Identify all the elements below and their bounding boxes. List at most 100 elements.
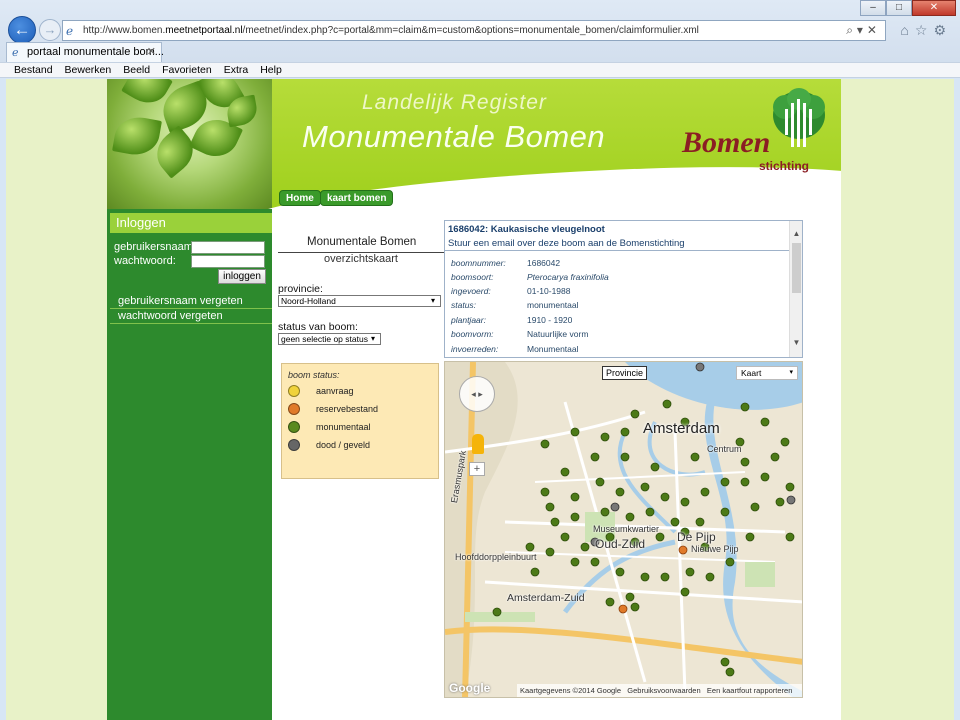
- chevron-down-icon: ▾: [430, 296, 435, 305]
- username-field[interactable]: [191, 241, 265, 254]
- menu-beeld[interactable]: Beeld: [117, 63, 156, 77]
- scroll-up-icon[interactable]: ▲: [791, 229, 802, 240]
- login-heading: Inloggen: [110, 213, 272, 233]
- browser-chrome: ← → ℯ http://www.bomen.meetnetportaal.nl…: [0, 0, 960, 78]
- status-legend: boom status: aanvraag reservebestand mon…: [281, 363, 439, 479]
- browser-tab[interactable]: ℯ portaal monumentale bom... ✕: [6, 42, 164, 62]
- yellow-tree-icon: [288, 385, 300, 397]
- province-label: provincie:: [278, 283, 323, 295]
- site-container: Landelijk Register Monumentale Bomen Bom…: [107, 79, 841, 720]
- address-url: http://www.bomen.meetnetportaal.nl/meetn…: [83, 25, 699, 36]
- map-zoom-in-button[interactable]: +: [469, 462, 485, 476]
- page-icon: ℯ: [66, 24, 74, 38]
- chevron-down-icon: ▾: [789, 369, 793, 376]
- back-button[interactable]: ←: [8, 16, 36, 44]
- google-logo: Google: [449, 681, 491, 695]
- map-district-label: Hoofddorppleinbuurt: [455, 552, 537, 562]
- home-button[interactable]: Home: [279, 190, 321, 206]
- tree-info-title: 1686042: Kaukasische vleugelnoot: [448, 224, 605, 235]
- header-title-line2: Monumentale Bomen: [302, 119, 606, 154]
- address-tools-icon[interactable]: ⌕▾✕: [846, 23, 881, 38]
- map-type-select[interactable]: Kaart ▾: [736, 366, 798, 380]
- info-row: boomsoort: Pterocarya fraxinifolia: [451, 272, 609, 282]
- terms-link[interactable]: Gebruiksvoorwaarden: [627, 686, 700, 695]
- info-scrollbar[interactable]: ▲ ▼: [789, 221, 802, 357]
- legend-item: dood / geveld: [288, 439, 370, 451]
- map-district-label: Centrum: [707, 444, 742, 454]
- report-error-link[interactable]: Een kaartfout rapporteren: [707, 686, 792, 695]
- close-window-button[interactable]: ✕: [912, 0, 956, 16]
- map-district-label: Amsterdam-Zuid: [507, 592, 585, 604]
- status-value: geen selectie op status: [281, 334, 368, 344]
- menu-favorieten[interactable]: Favorieten: [156, 63, 218, 77]
- info-row: ingevoerd: 01-10-1988: [451, 286, 571, 296]
- header-title-line1: Landelijk Register: [362, 91, 547, 114]
- green-tree-icon: [288, 421, 300, 433]
- tab-page-icon: ℯ: [12, 47, 19, 59]
- orange-tree-icon: [288, 403, 300, 415]
- status-select[interactable]: geen selectie op status ▾: [278, 333, 381, 345]
- leaves-image: [107, 79, 272, 209]
- map-district-label: De Pijp: [677, 530, 716, 544]
- legend-item: reservebestand: [288, 403, 378, 415]
- scroll-thumb[interactable]: [792, 243, 801, 293]
- forgot-password-link[interactable]: wachtwoord vergeten: [110, 309, 272, 324]
- login-sidebar: Inloggen gebruikersnaam: wachtwoord: inl…: [107, 209, 272, 720]
- map-city-label: Amsterdam: [643, 420, 720, 437]
- streetview-pegman-icon[interactable]: [472, 434, 484, 454]
- province-map-button[interactable]: Provincie: [602, 366, 648, 380]
- map-trees-button[interactable]: kaart bomen: [320, 190, 394, 206]
- info-row: invoerreden: Monumentaal: [451, 344, 579, 354]
- map-district-label: Oud-Zuid: [595, 537, 646, 551]
- email-tree-link[interactable]: Stuur een email over deze boom aan de Bo…: [448, 238, 685, 249]
- info-row: boomvorm: Natuurlijke vorm: [451, 329, 589, 339]
- menu-extra[interactable]: Extra: [218, 63, 255, 77]
- page-viewport: Landelijk Register Monumentale Bomen Bom…: [6, 79, 954, 720]
- forgot-username-link[interactable]: gebruikersnaam vergeten: [110, 294, 272, 309]
- menu-bar: Bestand Bewerken Beeld Favorieten Extra …: [0, 62, 960, 78]
- chevron-down-icon: ▾: [370, 334, 375, 343]
- scroll-down-icon[interactable]: ▼: [791, 338, 802, 349]
- info-row: boomnummer: 1686042: [451, 258, 561, 268]
- info-row: plantjaar: 1910 - 1920: [451, 315, 573, 325]
- overview-subtitle: overzichtskaart: [324, 253, 398, 265]
- menu-bewerken[interactable]: Bewerken: [59, 63, 118, 77]
- password-label: wachtwoord:: [114, 255, 176, 267]
- tab-title: portaal monumentale bom...: [27, 46, 164, 58]
- minimize-button[interactable]: –: [860, 0, 886, 16]
- gear-icon[interactable]: ⚙: [933, 22, 952, 38]
- tab-close-icon[interactable]: ✕: [147, 45, 156, 58]
- legend-item: aanvraag: [288, 385, 354, 397]
- window-controls: – □ ✕: [860, 0, 956, 16]
- logo-subtext: stichting: [759, 159, 809, 173]
- info-divider: [445, 250, 790, 251]
- browser-tools: ⌂☆⚙: [900, 22, 952, 39]
- favorites-star-icon[interactable]: ☆: [915, 22, 934, 38]
- menu-help[interactable]: Help: [254, 63, 288, 77]
- logo-text: Bomen: [682, 126, 771, 159]
- overview-title: Monumentale Bomen: [307, 236, 417, 248]
- tree-logo-icon: [773, 88, 825, 147]
- forward-button[interactable]: →: [39, 19, 61, 41]
- province-value: Noord-Holland: [281, 296, 336, 306]
- password-field[interactable]: [191, 255, 265, 268]
- map-district-label: Museumkwartier: [593, 524, 660, 534]
- province-select[interactable]: Noord-Holland ▾: [278, 295, 441, 307]
- tree-info-panel: 1686042: Kaukasische vleugelnoot Stuur e…: [444, 220, 803, 358]
- dead-tree-icon: [288, 439, 300, 451]
- legend-title: boom status:: [288, 370, 340, 380]
- login-button[interactable]: inloggen: [218, 269, 266, 284]
- username-label: gebruikersnaam:: [114, 241, 196, 253]
- map-attribution: Kaartgegevens ©2014 Google Gebruiksvoorw…: [517, 684, 802, 697]
- map-district-label: Nieuwe Pijp: [691, 544, 739, 554]
- map-pan-control[interactable]: ◂ ▸: [459, 376, 495, 412]
- tree-map[interactable]: Amsterdam Museumkwartier Oud-Zuid Amster…: [444, 361, 803, 698]
- menu-bestand[interactable]: Bestand: [8, 63, 59, 77]
- legend-item: monumentaal: [288, 421, 371, 433]
- site-header: Landelijk Register Monumentale Bomen Bom…: [107, 79, 841, 209]
- status-label: status van boom:: [278, 321, 358, 333]
- info-row: status: monumentaal: [451, 300, 579, 310]
- home-icon[interactable]: ⌂: [900, 22, 914, 38]
- address-bar[interactable]: ℯ http://www.bomen.meetnetportaal.nl/mee…: [62, 20, 886, 41]
- maximize-button[interactable]: □: [886, 0, 912, 16]
